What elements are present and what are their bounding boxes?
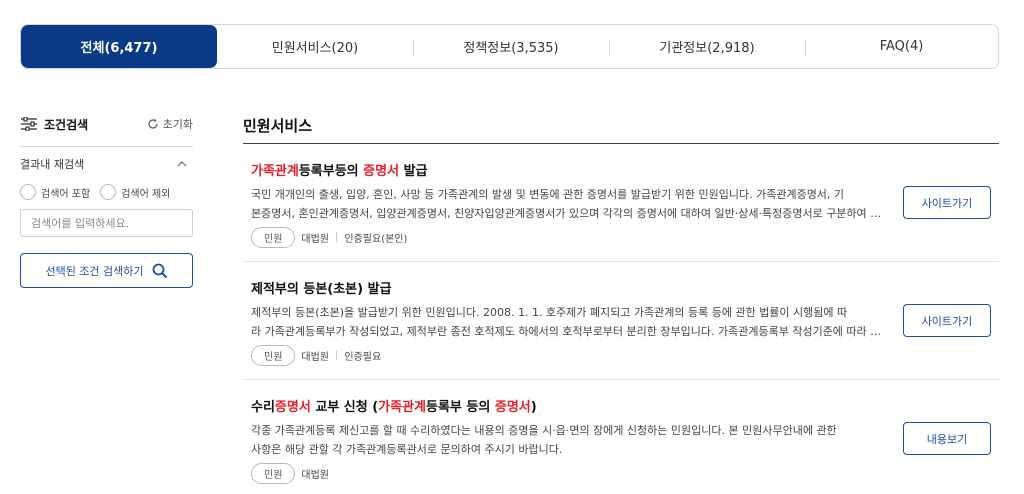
auth-requirement: 인증필요(본인) [344, 234, 408, 245]
item-title[interactable]: 제적부의 등본(초본) 발급 [251, 278, 999, 297]
radio-include[interactable]: 검색어 포함 [20, 184, 90, 200]
category-tabs: 전체(6,477) 민원서비스(20) 정책정보(3,535) 기관정보(2,9… [20, 24, 999, 69]
tab-policy-info[interactable]: 정책정보(3,535) [413, 25, 609, 68]
radio-exclude-label: 검색어 제외 [121, 188, 171, 200]
category-badge: 민원 [251, 227, 296, 248]
list-item: 수리증명서 교부 신청 (가족관계등록부 등의 증명서) 각종 가족관계등록 제… [243, 380, 999, 490]
tab-all[interactable]: 전체(6,477) [21, 25, 217, 68]
refresh-icon [148, 118, 158, 129]
item-description: 국민 개개인의 출생, 입양, 혼인, 사망 등 가족관계의 발생 및 변동에 … [251, 185, 883, 223]
refine-search-input[interactable] [20, 209, 193, 237]
highlighted-keyword: 가족관계 [251, 164, 299, 179]
tab-agency-info[interactable]: 기관정보(2,918) [609, 25, 805, 68]
category-badge: 민원 [251, 463, 296, 484]
view-content-button[interactable]: 내용보기 [903, 422, 991, 455]
item-meta: 민원 대법원 | 인증필요 [251, 345, 999, 366]
visit-site-button[interactable]: 사이트가기 [903, 304, 991, 337]
agency-name: 대법원 [301, 352, 330, 363]
reset-label: 초기화 [162, 118, 193, 131]
title-text: 발급 [399, 164, 428, 179]
chevron-up-icon [177, 159, 187, 170]
section-title: 민원서비스 [243, 108, 999, 144]
list-item: 가족관계등록부등의 증명서 발급 국민 개개인의 출생, 입양, 혼인, 사망 … [243, 144, 999, 262]
radio-include-label: 검색어 포함 [41, 188, 91, 200]
description-line: 라 가족관계등록부가 작성되었고, 제적부란 종전 호적제도 하에서의 호적부로… [251, 325, 883, 338]
auth-requirement: 인증필요 [344, 352, 382, 363]
tab-faq[interactable]: FAQ(4) [805, 25, 998, 68]
filter-title: 조건검색 [20, 116, 88, 133]
item-meta: 민원 대법원 [251, 463, 999, 484]
tab-civil-service[interactable]: 민원서비스(20) [217, 25, 413, 68]
description-line: 제적부의 등본(초본)을 발급받기 위한 민원입니다. 2008. 1. 1. … [251, 306, 848, 319]
title-text: 등록부등의 [298, 164, 364, 179]
reset-button[interactable]: 초기화 [147, 116, 193, 132]
radio-exclude[interactable]: 검색어 제외 [100, 184, 170, 200]
item-description: 각종 가족관계등록 제신고를 할 때 수리하였다는 내용의 증명을 시·읍·면의… [251, 421, 883, 459]
title-text: 교부 신청 ( [310, 400, 379, 415]
description-line: 각종 가족관계등록 제신고를 할 때 수리하였다는 내용의 증명을 시·읍·면의… [251, 424, 837, 437]
agency-name: 대법원 [301, 470, 330, 481]
highlighted-keyword: 증명서 [274, 400, 311, 415]
item-meta: 민원 대법원 | 인증필요(본인) [251, 227, 999, 248]
agency-name: 대법원 [301, 234, 330, 245]
item-title[interactable]: 가족관계등록부등의 증명서 발급 [251, 160, 999, 179]
meta-separator: | [335, 232, 339, 243]
apply-filter-button[interactable]: 선택된 조건 검색하기 [20, 253, 193, 288]
search-mode-radios: 검색어 포함 검색어 제외 [20, 181, 193, 203]
filter-header: 조건검색 초기화 [20, 108, 193, 140]
title-text: ) [530, 400, 537, 415]
meta-separator: | [335, 350, 339, 361]
highlighted-keyword: 증명서 [494, 400, 531, 415]
results-main: 민원서비스 가족관계등록부등의 증명서 발급 국민 개개인의 출생, 입양, 혼… [243, 108, 999, 490]
title-text: 제적부의 등본(초본) 발급 [251, 282, 392, 297]
description-line: 국민 개개인의 출생, 입양, 혼인, 사망 등 가족관계의 발생 및 변동에 … [251, 188, 845, 201]
refine-toggle[interactable]: 결과내 재검색 [20, 147, 193, 181]
filter-sidebar: 조건검색 초기화 결과내 재검색 검색어 포함 검색어 제외 선택된 조건 검색… [20, 108, 193, 288]
sliders-icon [21, 117, 37, 131]
title-text: 등록부 등의 [426, 400, 495, 415]
highlighted-keyword: 증명서 [363, 164, 400, 179]
apply-filter-label: 선택된 조건 검색하기 [45, 264, 144, 278]
highlighted-keyword: 가족관계 [378, 400, 427, 415]
description-line: 사항은 해당 관할 각 가족관계등록관서로 문의하여 주시기 바랍니다. [251, 443, 563, 456]
radio-circle[interactable] [100, 184, 117, 200]
item-description: 제적부의 등본(초본)을 발급받기 위한 민원입니다. 2008. 1. 1. … [251, 303, 883, 341]
filter-title-text: 조건검색 [44, 117, 89, 132]
search-icon [152, 263, 167, 278]
category-badge: 민원 [251, 345, 296, 366]
list-item: 제적부의 등본(초본) 발급 제적부의 등본(초본)을 발급받기 위한 민원입니… [243, 262, 999, 380]
description-line: 본증명서, 혼인관계증명서, 입양관계증명서, 친양자입양관계증명서가 있으며 … [251, 207, 883, 220]
title-text: 수리 [251, 400, 275, 415]
refine-label: 결과내 재검색 [20, 158, 85, 171]
visit-site-button[interactable]: 사이트가기 [903, 186, 991, 219]
radio-circle[interactable] [20, 184, 36, 200]
item-title[interactable]: 수리증명서 교부 신청 (가족관계등록부 등의 증명서) [251, 396, 999, 415]
